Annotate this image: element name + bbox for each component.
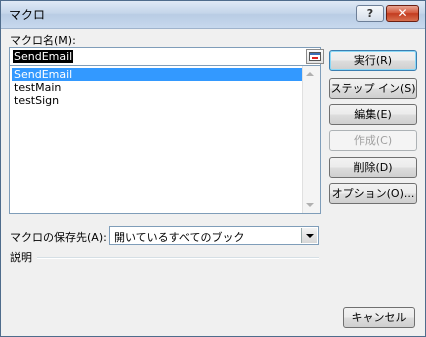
macros-in-value: 開いているすべてのブック [114, 231, 245, 244]
macro-list[interactable]: SendEmail testMain testSign [9, 66, 321, 214]
description-label: 説明 [10, 251, 32, 264]
help-button[interactable]: ? [356, 5, 384, 22]
macro-name-value: SendEmail [13, 50, 74, 63]
scroll-up-icon[interactable] [306, 72, 314, 76]
cancel-button[interactable]: キャンセル [343, 307, 415, 328]
macro-name-input[interactable]: SendEmail [9, 47, 324, 66]
list-scrollbar[interactable] [302, 66, 320, 213]
step-into-button[interactable]: ステップ イン(S) [329, 78, 417, 99]
edit-button[interactable]: 編集(E) [329, 104, 417, 125]
close-button[interactable]: ✕ [386, 5, 419, 22]
options-button[interactable]: オプション(O)... [329, 183, 417, 204]
description-divider [37, 257, 319, 259]
create-button: 作成(C) [329, 130, 417, 151]
macro-name-label: マクロ名(M): [10, 34, 76, 47]
run-button[interactable]: 実行(R) [329, 50, 417, 71]
title-bar: マクロ ? ✕ [1, 1, 425, 29]
list-item[interactable]: SendEmail [12, 68, 302, 81]
delete-button[interactable]: 削除(D) [329, 157, 417, 178]
macro-dialog: マクロ ? ✕ マクロ名(M): SendEmail SendEmail tes… [0, 0, 426, 337]
scroll-down-icon[interactable] [306, 203, 314, 207]
list-item[interactable]: testSign [12, 94, 302, 107]
chevron-down-icon[interactable] [301, 228, 317, 243]
macros-in-select[interactable]: 開いているすべてのブック [109, 226, 319, 245]
window-title: マクロ [9, 8, 46, 22]
macros-in-label: マクロの保存先(A): [10, 231, 107, 244]
list-item[interactable]: testMain [12, 81, 302, 94]
range-select-icon [309, 52, 321, 61]
collapse-dialog-button[interactable] [306, 49, 324, 64]
